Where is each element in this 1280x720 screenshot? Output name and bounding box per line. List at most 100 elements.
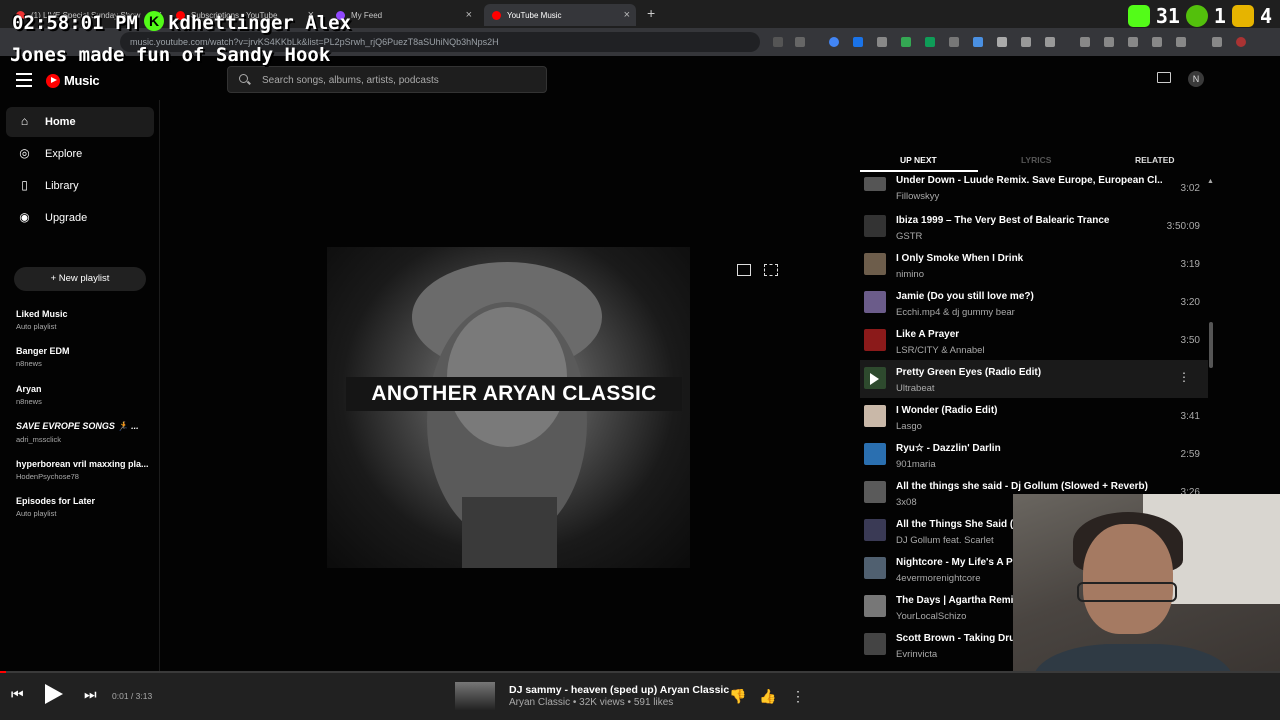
extension-icon[interactable] bbox=[901, 37, 911, 47]
queue-item-hovered[interactable]: Pretty Green Eyes (Radio Edit) Ultrabeat… bbox=[860, 360, 1208, 398]
track-thumbnail bbox=[864, 595, 886, 617]
extension-icon[interactable] bbox=[973, 37, 983, 47]
webcam-person-glasses bbox=[1077, 582, 1177, 602]
track-thumbnail bbox=[864, 215, 886, 237]
dislike-icon[interactable]: 👎 bbox=[729, 688, 746, 705]
miniplayer-icon[interactable] bbox=[737, 264, 751, 276]
track-thumbnail bbox=[864, 405, 886, 427]
sidebar: ⌂ Home ◎ Explore ▯ Library ◉ Upgrade + N… bbox=[0, 100, 160, 672]
more-options-icon[interactable]: ⋮ bbox=[1178, 370, 1190, 384]
sidebar-item-upgrade[interactable]: ◉ Upgrade bbox=[6, 203, 154, 233]
install-icon[interactable] bbox=[773, 37, 783, 47]
track-thumbnail bbox=[864, 291, 886, 313]
track-thumbnail bbox=[864, 177, 886, 191]
bookmark-icon: ▯ bbox=[21, 178, 28, 192]
sidebar-item-explore[interactable]: ◎ Explore bbox=[6, 139, 154, 169]
playback-time: 0:01 / 3:13 bbox=[112, 691, 153, 701]
code-icon[interactable] bbox=[1128, 37, 1138, 47]
queue-item[interactable]: Like A Prayer LSR/CITY & Annabel 3:50 bbox=[860, 322, 1208, 360]
extension-icon[interactable] bbox=[877, 37, 887, 47]
scroll-up-icon[interactable]: ▲ bbox=[1207, 178, 1214, 185]
playlist-item[interactable]: hyperborean vril maxxing pla... HodenPsy… bbox=[16, 459, 152, 481]
now-playing-title[interactable]: DJ sammy - heaven (sped up) Aryan Classi… bbox=[509, 684, 729, 696]
ytmusic-header bbox=[0, 60, 1280, 100]
stream-clock: 02:58:01 PM bbox=[12, 12, 138, 34]
extension-icon[interactable] bbox=[925, 37, 935, 47]
more-options-icon[interactable]: ⋮ bbox=[791, 688, 805, 705]
album-art-caption: ANOTHER ARYAN CLASSIC bbox=[346, 377, 682, 411]
queue-item[interactable]: Under Down - Luude Remix. Save Europe, E… bbox=[860, 174, 1208, 212]
webcam-person-face bbox=[1083, 524, 1173, 634]
tab-up-next[interactable]: UP NEXT bbox=[900, 155, 937, 165]
ytmusic-logo-icon bbox=[46, 73, 60, 88]
kick-icon: K bbox=[144, 11, 164, 31]
player-bar bbox=[0, 672, 1280, 720]
extension-icon[interactable] bbox=[829, 37, 839, 47]
queue-scrollbar[interactable] bbox=[1209, 322, 1213, 368]
now-playing-subtitle: Aryan Classic • 32K views • 591 likes bbox=[509, 697, 674, 708]
extension-icon[interactable] bbox=[1045, 37, 1055, 47]
like-icon[interactable]: 👍 bbox=[759, 688, 776, 705]
play-icon[interactable] bbox=[45, 684, 63, 704]
avatar[interactable]: N bbox=[1188, 71, 1204, 87]
history-icon[interactable] bbox=[1080, 37, 1090, 47]
hamburger-menu-icon[interactable] bbox=[16, 73, 32, 87]
close-icon[interactable]: × bbox=[466, 9, 472, 21]
panel-tabs: UP NEXT LYRICS RELATED bbox=[860, 150, 1210, 170]
sidebar-icon[interactable] bbox=[1152, 37, 1162, 47]
track-thumbnail bbox=[864, 329, 886, 351]
track-thumbnail bbox=[864, 481, 886, 503]
playlist-item[interactable]: Banger EDM n8news bbox=[16, 346, 152, 368]
extension-icon[interactable] bbox=[997, 37, 1007, 47]
compass-icon: ◎ bbox=[19, 146, 30, 160]
upgrade-icon: ◉ bbox=[19, 210, 30, 224]
kick-icon bbox=[1127, 5, 1150, 27]
tab-underline bbox=[860, 170, 978, 172]
queue-item[interactable]: I Wonder (Radio Edit) Lasgo 3:41 bbox=[860, 398, 1208, 436]
queue-item[interactable]: Ryu☆ - Dazzlin' Darlin 901maria 2:59 bbox=[860, 436, 1208, 474]
profile-icon[interactable] bbox=[1236, 37, 1246, 47]
stream-stats: 31 1 4 bbox=[1127, 4, 1272, 28]
playlist-item[interactable]: Aryan n8news bbox=[16, 384, 152, 406]
playlist-item[interactable]: SAVE EVROPE SONGS 🏃 ... adri_mssclick bbox=[16, 421, 152, 444]
previous-icon[interactable]: ⏮ bbox=[11, 686, 24, 703]
new-playlist-button[interactable]: + New playlist bbox=[14, 267, 146, 291]
rumble-icon bbox=[1185, 5, 1208, 27]
extension-icon[interactable] bbox=[1021, 37, 1031, 47]
cast-icon[interactable] bbox=[1157, 72, 1171, 83]
close-icon[interactable]: × bbox=[624, 9, 630, 21]
progress-fill bbox=[0, 671, 6, 673]
playlist-item[interactable]: Episodes for Later Auto playlist bbox=[16, 496, 152, 518]
track-thumbnail bbox=[864, 557, 886, 579]
queue-item[interactable]: I Only Smoke When I Drink nimino 3:19 bbox=[860, 246, 1208, 284]
extension-icon[interactable] bbox=[853, 37, 863, 47]
browser-tab-active[interactable]: YouTube Music × bbox=[484, 4, 636, 26]
extension-icon[interactable] bbox=[949, 37, 959, 47]
fullscreen-icon[interactable] bbox=[764, 264, 778, 276]
star-icon[interactable] bbox=[795, 37, 805, 47]
tab-related[interactable]: RELATED bbox=[1135, 155, 1175, 165]
cast-icon[interactable] bbox=[1176, 37, 1186, 47]
play-icon[interactable] bbox=[870, 373, 879, 385]
playlist-item[interactable]: Liked Music Auto playlist bbox=[16, 309, 152, 331]
chat-message: Jones made fun of Sandy Hook bbox=[10, 44, 331, 66]
sidebar-item-library[interactable]: ▯ Library bbox=[6, 171, 154, 201]
progress-track[interactable] bbox=[0, 671, 1280, 673]
next-icon[interactable]: ⏭ bbox=[84, 686, 97, 703]
sidebar-item-home[interactable]: ⌂ Home bbox=[6, 107, 154, 137]
queue-item[interactable]: Ibiza 1999 – The Very Best of Balearic T… bbox=[860, 208, 1208, 246]
search-input[interactable]: Search songs, albums, artists, podcasts bbox=[227, 66, 547, 93]
new-tab-button[interactable]: + bbox=[647, 5, 655, 21]
track-thumbnail bbox=[864, 253, 886, 275]
chat-username: kdhettinger Alex bbox=[168, 12, 352, 34]
refresh-icon[interactable] bbox=[1104, 37, 1114, 47]
plus-icon: + bbox=[50, 273, 59, 284]
tab-lyrics[interactable]: LYRICS bbox=[1021, 155, 1051, 165]
now-playing-thumbnail[interactable] bbox=[455, 682, 495, 710]
track-thumbnail bbox=[864, 519, 886, 541]
youtube-music-favicon bbox=[492, 10, 501, 20]
queue-item[interactable]: Jamie (Do you still love me?) Ecchi.mp4 … bbox=[860, 284, 1208, 322]
viewer-icon bbox=[1231, 5, 1254, 27]
ytmusic-logo[interactable]: Music bbox=[46, 73, 100, 88]
menu-icon[interactable] bbox=[1212, 37, 1222, 47]
